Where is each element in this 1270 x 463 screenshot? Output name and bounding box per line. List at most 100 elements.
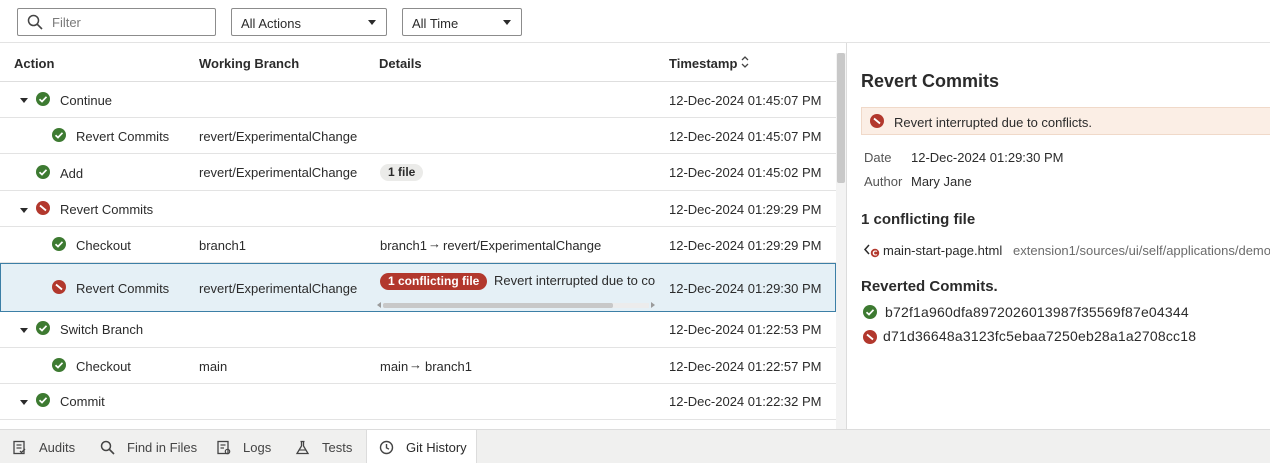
tab-git-history[interactable]: Git History — [366, 430, 477, 463]
tab-audits[interactable]: Audits — [0, 430, 88, 463]
bottom-tab-bar: Audits Find in Files Logs Tests Git Hist… — [0, 429, 1270, 463]
row-timestamp: 12-Dec-2024 01:29:30 PM — [669, 281, 822, 296]
row-action: Add — [60, 166, 84, 181]
column-header-action[interactable]: Action — [14, 56, 54, 71]
table-row[interactable]: Add revert/ExperimentalChange 1 file 12-… — [0, 154, 836, 191]
success-icon — [36, 165, 50, 179]
chevron-down-icon — [368, 20, 376, 25]
tab-tests[interactable]: Tests — [283, 430, 365, 463]
row-action: Checkout — [76, 359, 131, 374]
time-filter-select[interactable]: All Time — [402, 8, 522, 36]
success-icon — [863, 305, 877, 319]
filter-input[interactable] — [52, 13, 207, 31]
chevron-down-icon[interactable] — [20, 208, 28, 213]
tab-label: Git History — [406, 440, 467, 455]
row-timestamp: 12-Dec-2024 01:29:29 PM — [669, 202, 822, 217]
audits-icon — [13, 440, 26, 455]
detail-title: Revert Commits — [861, 71, 1000, 91]
chevron-down-icon — [503, 20, 511, 25]
column-header-timestamp[interactable]: Timestamp — [669, 56, 737, 71]
clock-icon — [379, 440, 394, 455]
checkout-from: branch1 — [380, 238, 427, 253]
alert-message: Revert interrupted due to conflicts. — [894, 115, 1092, 130]
svg-text:C: C — [872, 250, 877, 258]
table-row[interactable]: Revert Commits revert/ExperimentalChange… — [0, 118, 836, 154]
table-row[interactable]: Revert Commits 12-Dec-2024 01:29:29 PM — [0, 191, 836, 227]
chevron-down-icon[interactable] — [20, 98, 28, 103]
author-value: Mary Jane — [911, 174, 972, 189]
search-icon — [27, 14, 43, 30]
filter-box[interactable] — [17, 8, 216, 36]
row-branch: revert/ExperimentalChange — [199, 281, 358, 296]
details-horizontal-scrollbar[interactable] — [377, 301, 655, 308]
tab-label: Audits — [39, 440, 76, 455]
table-vertical-scrollbar[interactable] — [836, 53, 846, 429]
row-branch: branch1 — [199, 238, 246, 253]
tab-label: Tests — [322, 440, 353, 455]
commit-hash-link[interactable]: b72f1a960dfa8972026013987f35569f87e04344 — [885, 304, 1189, 320]
tab-label: Logs — [243, 440, 272, 455]
row-timestamp: 12-Dec-2024 01:22:32 PM — [669, 394, 822, 409]
success-icon — [52, 358, 66, 372]
date-label: Date — [864, 150, 892, 165]
row-branch: revert/ExperimentalChange — [199, 129, 358, 144]
success-icon — [36, 92, 50, 106]
row-action: Checkout — [76, 238, 131, 253]
checkout-to: revert/ExperimentalChange — [443, 238, 602, 253]
success-icon — [36, 393, 50, 407]
table-row[interactable]: Continue 12-Dec-2024 01:45:07 PM — [0, 82, 836, 118]
row-action: Revert Commits — [60, 202, 154, 217]
search-icon — [100, 440, 115, 455]
conflict-badge[interactable]: 1 conflicting file — [380, 273, 488, 290]
tab-find-in-files[interactable]: Find in Files — [88, 430, 204, 463]
success-icon — [36, 321, 50, 335]
row-timestamp: 12-Dec-2024 01:45:07 PM — [669, 129, 822, 144]
row-timestamp: 12-Dec-2024 01:45:02 PM — [669, 165, 822, 180]
table-row[interactable]: Commit 12-Dec-2024 01:22:32 PM — [0, 384, 836, 420]
conflict-alert: Revert interrupted due to conflicts. — [861, 107, 1270, 135]
table-header: Action Working Branch Details Timestamp — [0, 43, 836, 82]
row-branch: main — [199, 359, 228, 374]
commit-hash-link[interactable]: d71d36648a3123fc5ebaa7250eb28a1a2708cc18 — [883, 328, 1196, 344]
error-icon — [863, 330, 877, 344]
row-action: Revert Commits — [76, 129, 170, 144]
action-filter-select[interactable]: All Actions — [231, 8, 387, 36]
arrow-right-icon: → — [409, 357, 422, 372]
row-details: Revert interrupted due to conflicts. — [494, 273, 656, 288]
table-row-selected[interactable]: Revert Commits revert/ExperimentalChange… — [0, 263, 836, 312]
sort-icon[interactable] — [740, 55, 750, 69]
scroll-left-icon[interactable] — [377, 302, 381, 308]
chevron-down-icon[interactable] — [20, 328, 28, 333]
column-header-details[interactable]: Details — [379, 56, 422, 71]
scrollbar-thumb[interactable] — [837, 53, 845, 183]
success-icon — [52, 237, 66, 251]
flask-icon — [295, 440, 310, 455]
checkout-to: branch1 — [425, 359, 472, 374]
row-branch: revert/ExperimentalChange — [199, 165, 358, 180]
table-row[interactable]: Switch Branch 12-Dec-2024 01:22:53 PM — [0, 312, 836, 348]
row-action: Commit — [60, 394, 105, 409]
row-action: Switch Branch — [60, 322, 144, 337]
logs-icon — [217, 440, 231, 455]
row-timestamp: 12-Dec-2024 01:45:07 PM — [669, 93, 822, 108]
row-action: Continue — [60, 93, 113, 108]
conflicting-file-link[interactable]: main-start-page.html — [883, 243, 1002, 258]
error-icon — [870, 114, 884, 128]
git-history-table: Action Working Branch Details Timestamp … — [0, 43, 846, 429]
checkout-from: main — [380, 359, 409, 374]
tab-logs[interactable]: Logs — [204, 430, 283, 463]
arrow-right-icon: → — [428, 236, 441, 251]
row-timestamp: 12-Dec-2024 01:22:53 PM — [669, 322, 822, 337]
date-value: 12-Dec-2024 01:29:30 PM — [911, 150, 1064, 165]
chevron-down-icon[interactable] — [20, 400, 28, 405]
table-row[interactable]: Checkout branch1 branch1 → revert/Experi… — [0, 227, 836, 263]
scroll-right-icon[interactable] — [651, 302, 655, 308]
column-header-working-branch[interactable]: Working Branch — [199, 56, 299, 71]
time-filter-value: All Time — [412, 16, 459, 31]
toolbar: All Actions All Time — [0, 0, 1270, 43]
html-file-icon: C — [863, 244, 880, 258]
conflicting-file-path: extension1/sources/ui/self/applications/… — [1013, 243, 1270, 258]
action-filter-value: All Actions — [241, 16, 301, 31]
table-row[interactable]: Checkout main main → branch1 12-Dec-2024… — [0, 348, 836, 384]
files-badge[interactable]: 1 file — [380, 164, 424, 181]
